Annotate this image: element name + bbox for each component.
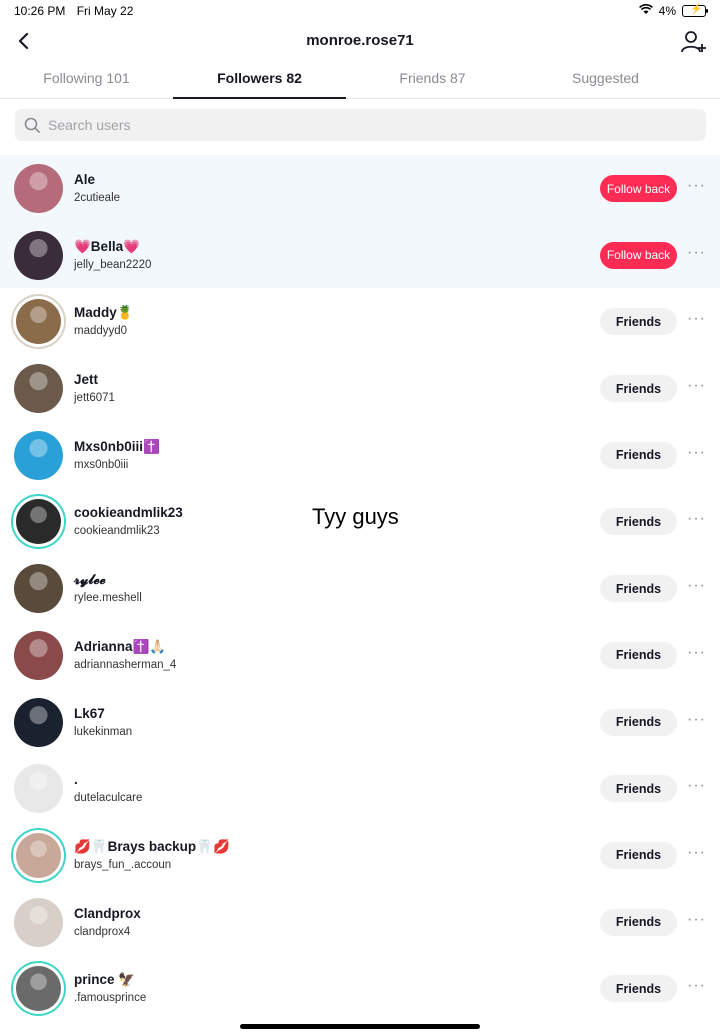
avatar[interactable] <box>14 164 63 213</box>
more-options-icon[interactable]: ··· <box>687 244 706 262</box>
search-input[interactable] <box>46 116 650 134</box>
tab-bar: Following 101 Followers 82 Friends 87 Su… <box>0 62 720 99</box>
user-display-name: . <box>74 772 78 788</box>
avatar[interactable] <box>14 630 63 680</box>
follow-back-button[interactable]: Follow back <box>600 175 677 202</box>
list-item[interactable]: 𝓻𝔂𝓵𝓮𝓮 rylee.meshell Friends ··· <box>0 555 720 622</box>
list-item[interactable]: Maddy🍍 maddyyd0 Friends ··· <box>0 288 720 355</box>
list-item[interactable]: Clandprox clandprox4 Friends ··· <box>0 889 720 956</box>
follower-list: Ale 2cutieale Follow back ··· 💗Bella💗 jelly_b… <box>0 155 720 1022</box>
battery-icon: ⚡ <box>682 4 708 17</box>
user-handle: adriannasherman_4 <box>74 658 177 671</box>
list-item[interactable]: Ale 2cutieale Follow back ··· <box>0 155 720 222</box>
avatar[interactable] <box>16 832 61 878</box>
user-handle: 2cutieale <box>74 192 121 204</box>
more-options-icon[interactable]: ··· <box>687 377 706 395</box>
user-display-name: 𝓻𝔂𝓵𝓮𝓮 <box>74 572 106 588</box>
friends-button[interactable]: Friends <box>600 975 677 1003</box>
user-handle: rylee.meshell <box>74 592 142 605</box>
user-handle: clandprox4 <box>74 925 131 938</box>
list-item[interactable]: Lk67 lukekinman Friends ··· <box>0 689 720 756</box>
status-date: Fri May 22 <box>76 4 134 18</box>
follow-back-button[interactable]: Follow back <box>600 241 677 269</box>
tab-friends[interactable]: Friends 87 <box>346 70 519 86</box>
user-display-name: Adrianna✝️🙏🏻 <box>74 638 167 654</box>
search-bar[interactable] <box>15 109 706 141</box>
user-handle: jett6071 <box>74 392 115 405</box>
list-item[interactable]: 💗Bella💗 jelly_bean2220 Follow back ··· <box>0 221 720 289</box>
battery-percent: 4% <box>658 4 676 18</box>
list-item[interactable]: Adrianna✝️🙏🏻 adriannasherman_4 Friends ··· <box>0 622 720 689</box>
more-options-icon[interactable]: ··· <box>687 844 706 862</box>
friends-button[interactable]: Friends <box>600 641 677 669</box>
avatar[interactable] <box>14 764 63 814</box>
user-display-name: Clandprox <box>74 905 141 921</box>
user-handle: dutelaculcare <box>74 792 143 805</box>
more-options-icon[interactable]: ··· <box>687 644 706 662</box>
avatar[interactable] <box>14 897 63 947</box>
more-options-icon[interactable]: ··· <box>687 711 706 729</box>
tab-following[interactable]: Following 101 <box>0 70 173 86</box>
list-item[interactable]: Jett jett6071 Friends ··· <box>0 355 720 422</box>
user-display-name: cookieandmlik23 <box>74 505 183 521</box>
add-user-button[interactable] <box>680 28 708 56</box>
user-display-name: 💋🦷Brays backup🦷💋 <box>74 838 230 854</box>
user-display-name: Ale <box>74 172 96 187</box>
more-options-icon[interactable]: ··· <box>687 510 706 528</box>
user-handle: cookieandmlik23 <box>74 525 160 538</box>
avatar[interactable] <box>16 299 61 345</box>
page-title: monroe.rose71 <box>306 32 414 49</box>
user-display-name: 💗Bella💗 <box>74 238 140 254</box>
list-item[interactable]: 💋🦷Brays backup🦷💋 brays_fun_.accoun Friends… <box>0 822 720 889</box>
wifi-icon <box>638 4 653 18</box>
user-display-name: Jett <box>74 372 99 388</box>
more-options-icon[interactable]: ··· <box>687 577 706 595</box>
avatar[interactable] <box>14 697 63 747</box>
user-handle: maddyyd0 <box>74 325 128 338</box>
more-options-icon[interactable]: ··· <box>687 777 706 795</box>
avatar[interactable] <box>14 364 63 414</box>
search-icon <box>24 117 40 133</box>
user-display-name: prince 🦅 <box>74 972 136 988</box>
user-handle: jelly_bean2220 <box>74 258 152 271</box>
user-display-name: Mxs0nb0iii✝️ <box>74 438 160 454</box>
add-user-icon <box>681 31 706 53</box>
friends-button[interactable]: Friends <box>600 441 677 469</box>
friends-button[interactable]: Friends <box>600 841 677 869</box>
list-item[interactable]: prince 🦅 .famousprince Friends ··· <box>0 955 720 1022</box>
user-handle: brays_fun_.accoun <box>74 858 172 871</box>
avatar[interactable] <box>14 430 63 480</box>
friends-button[interactable]: Friends <box>600 908 677 936</box>
friends-button[interactable]: Friends <box>600 308 677 336</box>
user-display-name: Maddy🍍 <box>74 305 134 321</box>
more-options-icon[interactable]: ··· <box>687 444 706 462</box>
user-handle: lukekinman <box>74 725 133 738</box>
avatar[interactable] <box>14 564 63 614</box>
friends-button[interactable]: Friends <box>600 575 677 603</box>
friends-button[interactable]: Friends <box>600 375 677 403</box>
header: monroe.rose71 <box>0 24 720 60</box>
more-options-icon[interactable]: ··· <box>687 911 706 929</box>
avatar[interactable] <box>16 966 61 1012</box>
avatar[interactable] <box>14 230 63 280</box>
tab-suggested[interactable]: Suggested <box>519 70 692 86</box>
active-tab-indicator <box>173 97 346 99</box>
list-item[interactable]: Mxs0nb0iii✝️ mxs0nb0iii Friends ··· <box>0 422 720 489</box>
user-display-name: Lk67 <box>74 705 105 721</box>
status-bar: 10:26 PM Fri May 22 4% ⚡ <box>0 0 720 22</box>
more-options-icon[interactable]: ··· <box>687 177 706 195</box>
friends-button[interactable]: Friends <box>600 708 677 736</box>
more-options-icon[interactable]: ··· <box>687 310 706 328</box>
friends-button[interactable]: Friends <box>600 775 677 803</box>
friends-button[interactable]: Friends <box>600 508 677 536</box>
avatar[interactable] <box>16 499 61 545</box>
status-time: 10:26 PM <box>14 4 66 18</box>
tab-followers[interactable]: Followers 82 <box>173 70 346 86</box>
list-item[interactable]: . dutelaculcare Friends ··· <box>0 755 720 822</box>
user-handle: mxs0nb0iii <box>74 458 129 471</box>
home-indicator[interactable] <box>240 1024 480 1029</box>
overlay-caption: Tyy guys <box>312 504 399 529</box>
more-options-icon[interactable]: ··· <box>687 977 706 995</box>
user-handle: .famousprince <box>74 992 147 1005</box>
